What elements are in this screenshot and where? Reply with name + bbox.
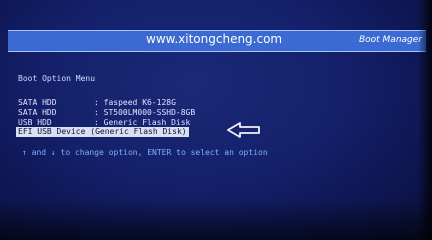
menu-title: Boot Option Menu — [18, 74, 96, 83]
boot-manager-title: Boot Manager — [358, 35, 422, 45]
arrow-left-icon — [227, 122, 260, 138]
boot-option-sata-2[interactable]: SATA HDD: ST500LM000-SSHD-8GB — [18, 108, 195, 118]
boot-option-sata-1[interactable]: SATA HDD: faspeed K6-128G — [18, 98, 176, 108]
site-title: www.xitongcheng.com — [146, 32, 283, 46]
option-label: SATA HDD — [18, 108, 57, 117]
header-bar: www.xitongcheng.com Boot Manager — [8, 30, 426, 52]
screen-bottom-shadow — [0, 200, 432, 240]
boot-option-efi-usb-selected[interactable]: EFI USB Device (Generic Flash Disk) — [16, 127, 189, 137]
navigation-hint: ↑ and ↓ to change option, ENTER to selec… — [22, 148, 268, 157]
option-value: Generic Flash Disk — [103, 118, 191, 127]
bios-screen: www.xitongcheng.com Boot Manager Boot Op… — [0, 0, 432, 240]
option-label: SATA HDD — [18, 98, 57, 107]
option-value: ST500LM000-SSHD-8GB — [103, 108, 196, 117]
option-value: faspeed K6-128G — [103, 98, 176, 107]
